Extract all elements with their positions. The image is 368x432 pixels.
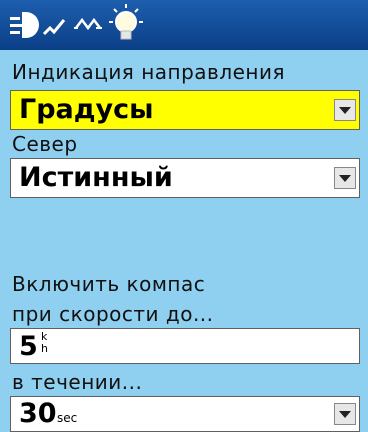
duration-label: в течении... [12,370,143,394]
north-reference-field[interactable]: Истинный [10,158,360,198]
duration-field[interactable]: 30 sec [10,396,360,432]
settings-screen: Индикация направления Градусы Север Исти… [0,50,368,432]
header-bar [0,0,368,50]
duration-unit: sec [57,411,78,425]
chevron-down-icon[interactable] [334,99,356,121]
chevron-down-icon[interactable] [334,167,356,189]
speed-unit-bottom: h [41,342,48,355]
compass-enable-label-line1: Включить компас [12,272,206,296]
speed-threshold-field[interactable]: 5 k h [10,328,360,364]
bulb-icon [109,4,143,40]
compass-enable-label-line2: при скорости до... [12,302,214,326]
heading-display-field[interactable]: Градусы [10,90,360,130]
speed-unit-top: k [41,330,48,343]
heading-display-value: Градусы [19,94,154,125]
heading-display-label: Индикация направления [12,60,286,84]
backlight-icon [10,12,66,38]
signal-icon [74,17,102,31]
duration-value: 30 [19,398,57,429]
north-reference-value: Истинный [19,162,173,193]
north-label: Север [12,132,78,156]
chevron-down-icon[interactable] [334,403,356,425]
speed-threshold-value: 5 [19,331,38,362]
